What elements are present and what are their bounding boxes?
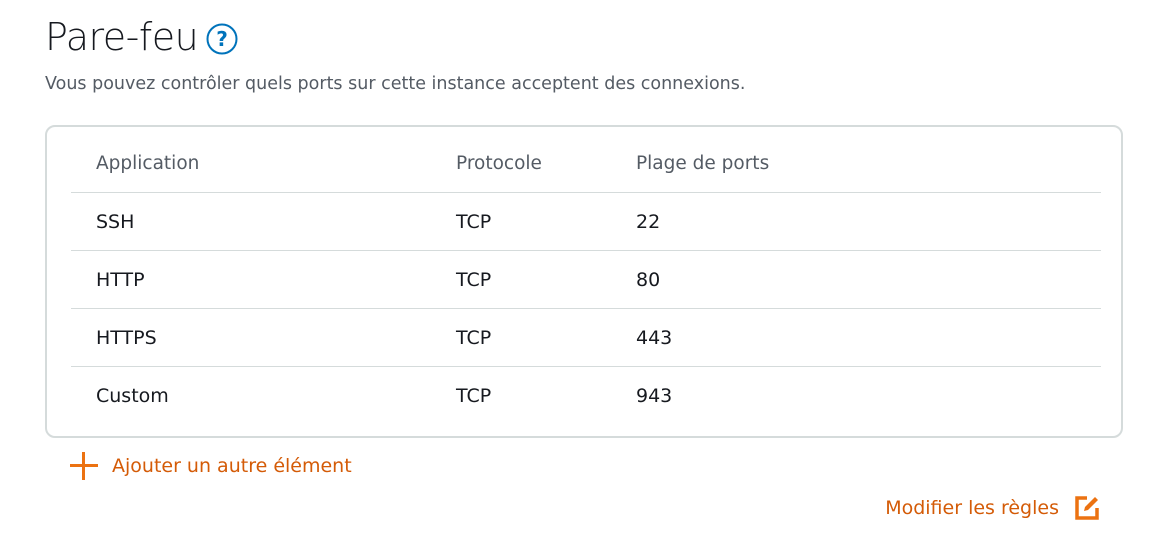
firewall-rules-panel: Application Protocole Plage de ports SSH… [45, 125, 1123, 438]
cell-application: SSH [96, 211, 135, 233]
cell-protocol: TCP [456, 269, 492, 291]
edit-rules-link[interactable]: Modifier les règles [885, 494, 1101, 522]
cell-protocol: TCP [456, 211, 492, 233]
table-row: HTTP TCP 80 [71, 251, 1101, 309]
table-header-row: Application Protocole Plage de ports [71, 127, 1101, 193]
cell-application: Custom [96, 385, 169, 407]
cell-application: HTTP [96, 269, 145, 291]
page-title: Pare-feu [45, 15, 199, 59]
table-row: HTTPS TCP 443 [71, 309, 1101, 367]
edit-icon [1075, 496, 1099, 520]
cell-protocol: TCP [456, 385, 492, 407]
cell-port-range: 80 [636, 269, 661, 291]
cell-application: HTTPS [96, 327, 157, 349]
svg-text:?: ? [216, 27, 228, 51]
plus-icon [70, 452, 98, 480]
column-header-application: Application [96, 153, 200, 174]
add-element-link[interactable]: Ajouter un autre élément [70, 452, 352, 480]
cell-port-range: 443 [636, 327, 673, 349]
firewall-rules-table: Application Protocole Plage de ports SSH… [71, 127, 1101, 425]
column-header-port-range: Plage de ports [636, 153, 770, 174]
table-row: SSH TCP 22 [71, 193, 1101, 251]
cell-port-range: 22 [636, 211, 661, 233]
page-description: Vous pouvez contrôler quels ports sur ce… [45, 74, 746, 94]
cell-protocol: TCP [456, 327, 492, 349]
cell-port-range: 943 [636, 385, 673, 407]
question-circle-icon[interactable]: ? [206, 23, 238, 55]
table-row: Custom TCP 943 [71, 367, 1101, 425]
column-header-protocol: Protocole [456, 153, 542, 174]
add-element-label: Ajouter un autre élément [112, 455, 352, 477]
edit-rules-label: Modifier les règles [885, 497, 1059, 519]
page-header: Pare-feu ? [45, 14, 238, 60]
